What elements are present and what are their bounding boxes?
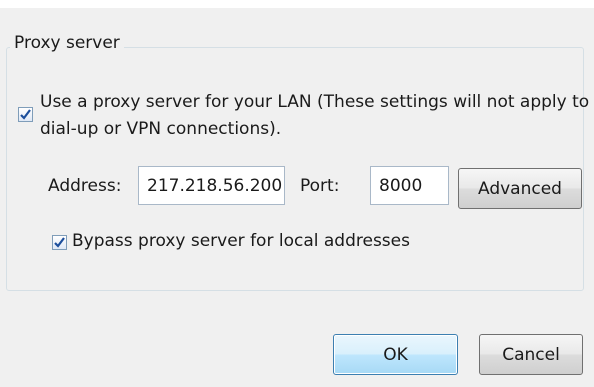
address-label: Address: — [48, 176, 122, 196]
checkmark-icon — [54, 237, 65, 248]
use-proxy-label-line1: Use a proxy server for your LAN (These s… — [40, 92, 590, 112]
use-proxy-checkbox[interactable] — [18, 107, 33, 122]
port-label: Port: — [300, 176, 340, 196]
cancel-button[interactable]: Cancel — [479, 334, 583, 375]
bypass-local-label: Bypass proxy server for local addresses — [72, 231, 410, 251]
checkmark-icon — [20, 109, 31, 120]
proxy-server-group-title: Proxy server — [10, 33, 124, 53]
address-input[interactable]: 217.218.56.200 — [138, 166, 285, 205]
top-strip — [0, 0, 594, 8]
advanced-button[interactable]: Advanced — [458, 168, 582, 209]
bypass-local-checkbox[interactable] — [52, 235, 67, 250]
port-input[interactable]: 8000 — [370, 166, 449, 205]
ok-button[interactable]: OK — [333, 334, 458, 375]
use-proxy-label-line2: dial-up or VPN connections). — [40, 119, 282, 139]
